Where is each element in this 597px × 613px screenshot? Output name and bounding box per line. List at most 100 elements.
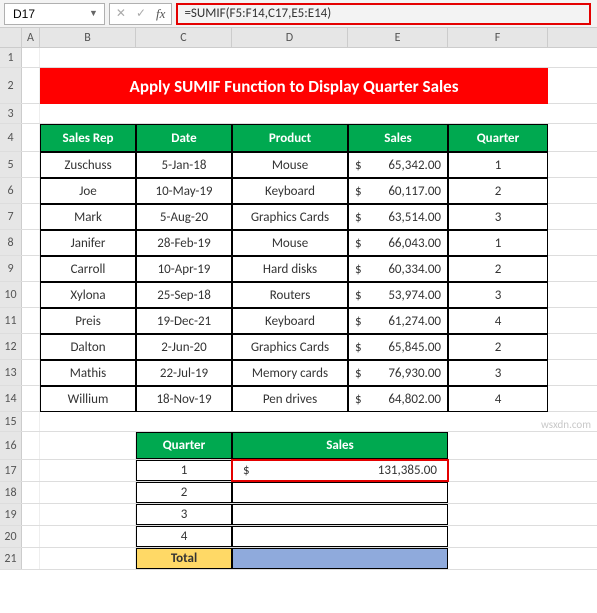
cell-sales-rep[interactable]: Mark <box>40 204 136 230</box>
col-header-c[interactable]: C <box>136 28 232 47</box>
cell-sales-rep[interactable]: Zuschuss <box>40 152 136 178</box>
cell-quarter[interactable]: 2 <box>448 334 548 360</box>
col-header-f[interactable]: F <box>448 28 548 47</box>
cell-quarter[interactable]: 3 <box>448 282 548 308</box>
row-header[interactable]: 19 <box>0 504 22 525</box>
cell-sales[interactable]: $65,845.00 <box>348 334 448 360</box>
row-header[interactable]: 1 <box>0 48 22 67</box>
summary-quarter[interactable]: 2 <box>136 482 232 503</box>
cell-quarter[interactable]: 1 <box>448 152 548 178</box>
row-header[interactable]: 3 <box>0 104 22 123</box>
summary-quarter[interactable]: 1 <box>136 460 232 481</box>
chevron-down-icon[interactable]: ▼ <box>89 8 98 19</box>
cell-product[interactable]: Keyboard <box>232 308 348 334</box>
accept-icon[interactable]: ✓ <box>136 6 146 21</box>
cell-product[interactable]: Mouse <box>232 230 348 256</box>
summary-sales-value[interactable] <box>232 526 448 547</box>
cell-date[interactable]: 10-Apr-19 <box>136 256 232 282</box>
summary-sales-value[interactable] <box>232 504 448 525</box>
cell[interactable] <box>22 432 40 459</box>
cell-sales[interactable]: $76,930.00 <box>348 360 448 386</box>
row-header[interactable]: 9 <box>0 256 22 281</box>
cell-product[interactable]: Memory cards <box>232 360 348 386</box>
row-header[interactable]: 13 <box>0 360 22 385</box>
cell-sales[interactable]: $64,802.00 <box>348 386 448 412</box>
cell-product[interactable]: Keyboard <box>232 178 348 204</box>
cell-product[interactable]: Graphics Cards <box>232 334 348 360</box>
cell-quarter[interactable]: 4 <box>448 308 548 334</box>
cell-date[interactable]: 10-May-19 <box>136 178 232 204</box>
cell-sales-rep[interactable]: Janifer <box>40 230 136 256</box>
cancel-icon[interactable]: ✕ <box>116 6 126 21</box>
row-header[interactable]: 2 <box>0 68 22 103</box>
cell[interactable] <box>22 68 40 103</box>
cell[interactable] <box>22 178 40 203</box>
row-header[interactable]: 18 <box>0 482 22 503</box>
cell-date[interactable]: 5-Aug-20 <box>136 204 232 230</box>
col-header-e[interactable]: E <box>348 28 448 47</box>
summary-quarter[interactable]: 3 <box>136 504 232 525</box>
cell[interactable] <box>22 152 40 177</box>
cell[interactable] <box>40 504 136 525</box>
row-header[interactable]: 15 <box>0 412 22 431</box>
cell-product[interactable]: Hard disks <box>232 256 348 282</box>
cell-sales[interactable]: $65,342.00 <box>348 152 448 178</box>
summary-quarter[interactable]: 4 <box>136 526 232 547</box>
summary-sales-value[interactable]: $131,385.00 <box>232 460 448 481</box>
select-all-corner[interactable] <box>0 28 22 47</box>
cell-sales-rep[interactable]: Willium <box>40 386 136 412</box>
col-header-d[interactable]: D <box>232 28 348 47</box>
cell[interactable] <box>40 460 136 481</box>
cell-product[interactable]: Graphics Cards <box>232 204 348 230</box>
formula-bar[interactable]: =SUMIF(F5:F14,C17,E5:E14) <box>176 3 591 25</box>
cell[interactable] <box>22 482 40 503</box>
cell[interactable] <box>22 526 40 547</box>
cell-sales[interactable]: $66,043.00 <box>348 230 448 256</box>
cell[interactable] <box>22 256 40 281</box>
cell[interactable] <box>22 460 40 481</box>
row-header[interactable]: 16 <box>0 432 22 459</box>
cell[interactable] <box>22 412 40 431</box>
row-header[interactable]: 11 <box>0 308 22 333</box>
cell[interactable] <box>22 308 40 333</box>
cell[interactable] <box>22 548 40 569</box>
cell-date[interactable]: 18-Nov-19 <box>136 386 232 412</box>
cell[interactable] <box>40 526 136 547</box>
cell[interactable] <box>40 432 136 459</box>
name-box[interactable]: ▼ <box>4 3 105 25</box>
row-header[interactable]: 5 <box>0 152 22 177</box>
name-box-input[interactable] <box>13 7 71 21</box>
cell-date[interactable]: 28-Feb-19 <box>136 230 232 256</box>
cell-date[interactable]: 25-Sep-18 <box>136 282 232 308</box>
summary-sales-value[interactable] <box>232 482 448 503</box>
cell[interactable] <box>22 282 40 307</box>
cell[interactable] <box>22 124 40 151</box>
cell-sales[interactable]: $60,117.00 <box>348 178 448 204</box>
cell[interactable] <box>22 334 40 359</box>
cell-date[interactable]: 19-Dec-21 <box>136 308 232 334</box>
cell-quarter[interactable]: 3 <box>448 360 548 386</box>
cell[interactable] <box>40 482 136 503</box>
cell-quarter[interactable]: 4 <box>448 386 548 412</box>
cell[interactable] <box>40 548 136 569</box>
cell-sales-rep[interactable]: Carroll <box>40 256 136 282</box>
cell-product[interactable]: Routers <box>232 282 348 308</box>
row-header[interactable]: 6 <box>0 178 22 203</box>
col-header-a[interactable]: A <box>22 28 40 47</box>
cell-sales-rep[interactable]: Xylona <box>40 282 136 308</box>
cell[interactable] <box>22 360 40 385</box>
row-header[interactable]: 12 <box>0 334 22 359</box>
cell-sales-rep[interactable]: Joe <box>40 178 136 204</box>
cell[interactable] <box>22 104 40 123</box>
cell-quarter[interactable]: 2 <box>448 178 548 204</box>
row-header[interactable]: 14 <box>0 386 22 411</box>
row-header[interactable]: 20 <box>0 526 22 547</box>
cell-sales-rep[interactable]: Preis <box>40 308 136 334</box>
cell-sales[interactable]: $60,334.00 <box>348 256 448 282</box>
cell-product[interactable]: Mouse <box>232 152 348 178</box>
cell-sales-rep[interactable]: Dalton <box>40 334 136 360</box>
cell-sales[interactable]: $61,274.00 <box>348 308 448 334</box>
cell[interactable] <box>22 204 40 229</box>
cell-date[interactable]: 5-Jan-18 <box>136 152 232 178</box>
cell-sales-rep[interactable]: Mathis <box>40 360 136 386</box>
